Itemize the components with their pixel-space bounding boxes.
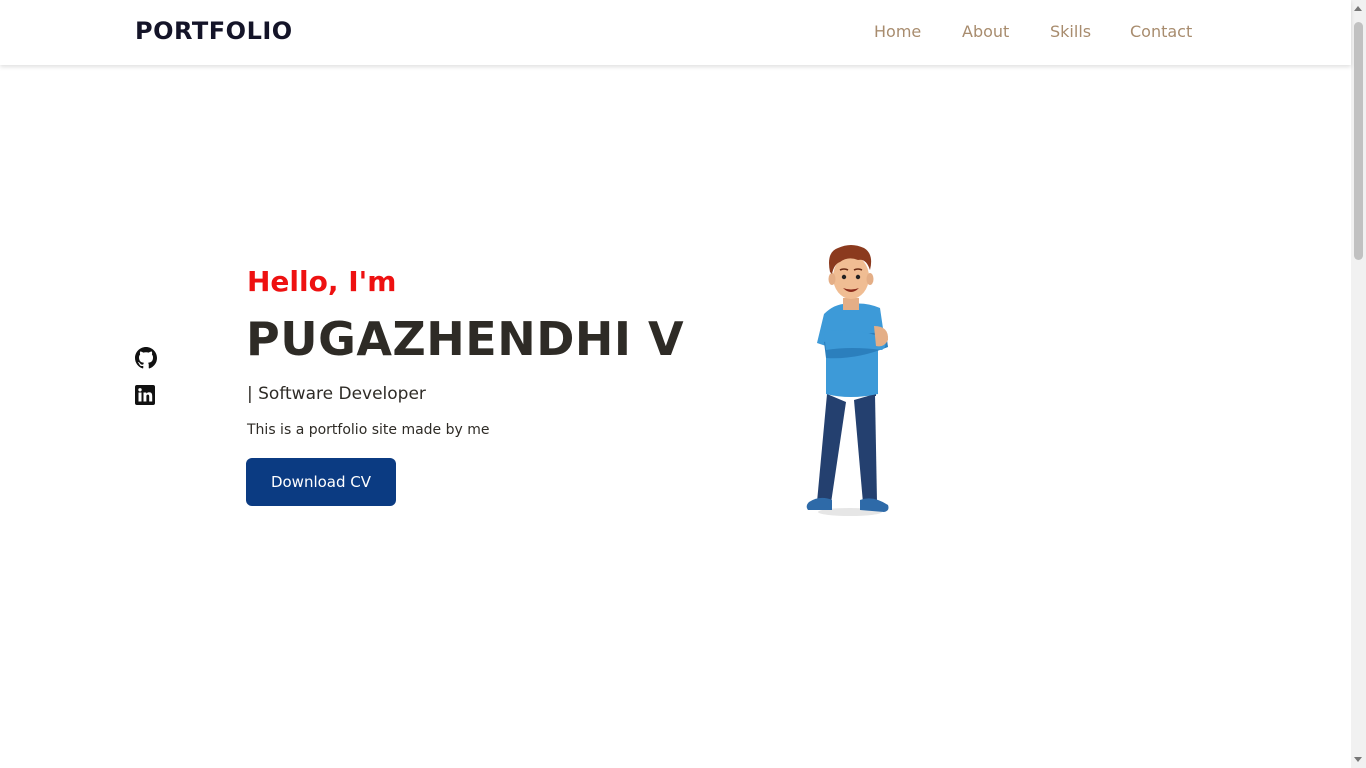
nav-link-home[interactable]: Home: [874, 22, 921, 41]
navbar: PORTFOLIO Home About Skills Contact: [0, 0, 1351, 65]
nav-link-about[interactable]: About: [962, 22, 1009, 41]
nav-link-contact[interactable]: Contact: [1130, 22, 1192, 41]
hero-role: | Software Developer: [247, 384, 426, 404]
nav-links: Home About Skills Contact: [0, 22, 1351, 44]
scroll-thumb[interactable]: [1354, 22, 1363, 260]
hero-greeting: Hello, I'm: [247, 265, 397, 298]
github-icon[interactable]: [135, 347, 157, 369]
scroll-down-arrow-icon[interactable]: [1354, 757, 1362, 762]
linkedin-icon[interactable]: [135, 385, 157, 407]
download-cv-button[interactable]: Download CV: [246, 458, 396, 506]
nav-link-skills[interactable]: Skills: [1050, 22, 1091, 41]
scrollbar[interactable]: [1351, 0, 1366, 768]
character-illustration: [806, 245, 889, 516]
hero-description: This is a portfolio site made by me: [247, 422, 490, 438]
scroll-up-arrow-icon[interactable]: [1354, 6, 1362, 11]
hero-name: PUGAZHENDHI V: [246, 312, 685, 366]
